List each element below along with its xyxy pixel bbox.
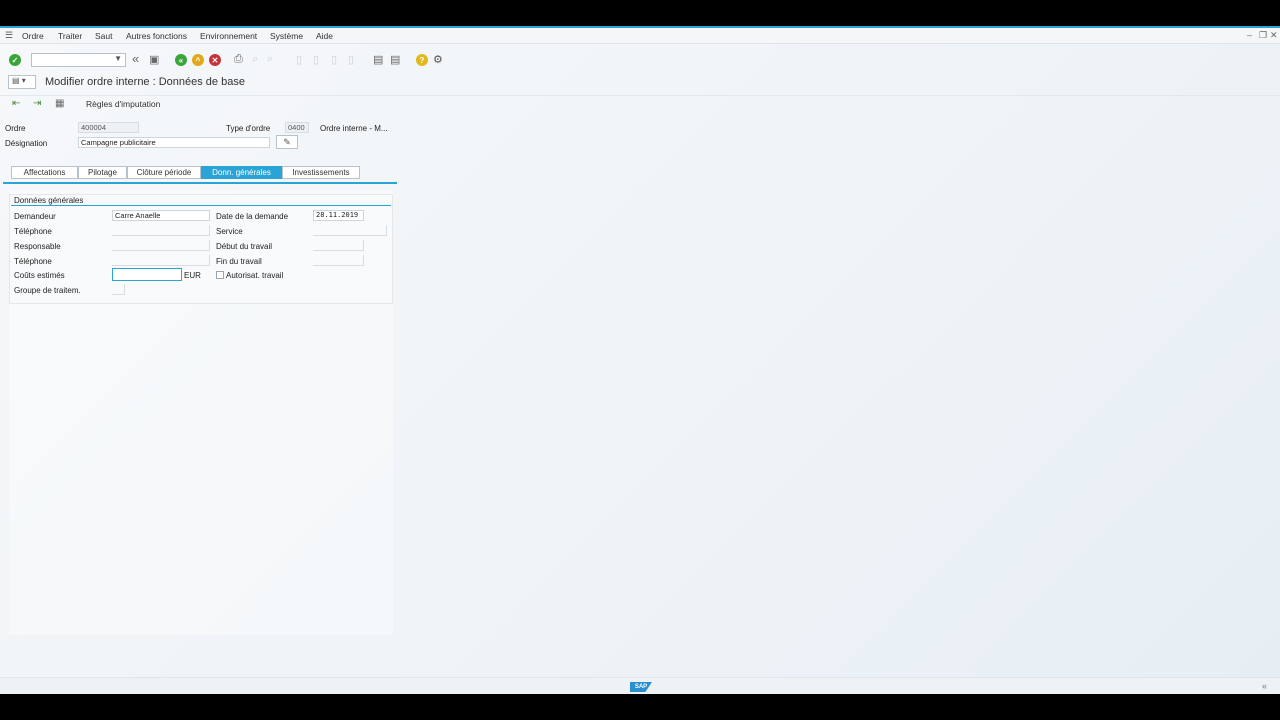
- demandeur-field[interactable]: Carre Anaelle: [112, 210, 210, 221]
- autorisat-travail-checkbox[interactable]: [216, 271, 224, 279]
- menu-ordre[interactable]: Ordre: [22, 31, 44, 41]
- exit-icon[interactable]: ^: [192, 54, 204, 66]
- print-icon[interactable]: ⎙: [234, 53, 243, 66]
- menu-aide[interactable]: Aide: [316, 31, 333, 41]
- help-icon[interactable]: ?: [416, 54, 428, 66]
- service-label: Service: [216, 227, 243, 236]
- group-title-underline: [11, 205, 391, 206]
- create-session-icon[interactable]: ▤: [373, 53, 383, 66]
- page-title: Modifier ordre interne : Données de base: [45, 76, 245, 88]
- telephone-field[interactable]: [112, 225, 210, 236]
- command-field[interactable]: ▼: [31, 53, 126, 67]
- menu-environnement[interactable]: Environnement: [200, 31, 257, 41]
- next-object-icon[interactable]: ⇥: [33, 98, 41, 109]
- type-ordre-label: Type d'ordre: [226, 124, 271, 133]
- demandeur-label: Demandeur: [14, 212, 56, 221]
- minimize-icon[interactable]: –: [1247, 30, 1252, 40]
- save-icon[interactable]: ▣: [149, 53, 159, 66]
- couts-estimes-label: Coûts estimés: [14, 271, 65, 280]
- date-demande-label: Date de la demande: [216, 212, 289, 221]
- date-demande-field[interactable]: 28.11.2019: [313, 210, 364, 221]
- fin-travail-field[interactable]: [313, 255, 364, 266]
- menu-traiter[interactable]: Traiter: [58, 31, 82, 41]
- customize-icon[interactable]: ⚙: [433, 53, 443, 66]
- responsable-field[interactable]: [112, 240, 210, 251]
- chevron-down-icon[interactable]: ▼: [114, 54, 122, 63]
- group-title: Données générales: [14, 196, 84, 205]
- groupe-traitement-label: Groupe de traitem.: [14, 286, 81, 295]
- long-text-button[interactable]: ✎: [276, 135, 298, 149]
- service-field[interactable]: [313, 225, 387, 236]
- ordre-label: Ordre: [5, 124, 26, 133]
- menu-systeme[interactable]: Système: [270, 31, 303, 41]
- enter-icon[interactable]: ✓: [9, 54, 21, 66]
- groupe-traitement-field[interactable]: [112, 284, 125, 295]
- tab-cloture-periode[interactable]: Clôture période: [127, 166, 201, 179]
- debut-travail-field[interactable]: [313, 240, 364, 251]
- restore-icon[interactable]: ❐: [1259, 30, 1267, 41]
- find-next-icon[interactable]: ⌕: [267, 53, 273, 66]
- debut-travail-label: Début du travail: [216, 242, 273, 251]
- tab-affectations[interactable]: Affectations: [11, 166, 78, 179]
- system-toolbar: ✓ « ▣ « ^ ✕ ⎙ ⌕ ⌕ ▯ ▯ ▯ ▯ ▤ ▤ ? ⚙: [0, 50, 1280, 72]
- autorisat-travail-label: Autorisat. travail: [226, 271, 284, 280]
- title-menu-button[interactable]: ▤ ▾: [8, 75, 36, 89]
- cancel-icon[interactable]: ✕: [209, 54, 221, 66]
- tab-underline: [3, 182, 397, 184]
- tab-investissements[interactable]: Investissements: [282, 166, 360, 179]
- close-window-icon[interactable]: ✕: [1270, 30, 1278, 41]
- telephone-label: Téléphone: [14, 227, 52, 236]
- last-page-icon[interactable]: ▯: [348, 53, 354, 66]
- responsable-label: Responsable: [14, 242, 61, 251]
- menu-icon[interactable]: ☰: [5, 30, 13, 41]
- status-resize-icon[interactable]: «: [1262, 681, 1267, 691]
- calculator-icon[interactable]: ▦: [55, 98, 64, 109]
- type-ordre-field: 0400: [285, 122, 309, 133]
- first-page-icon[interactable]: ▯: [296, 53, 302, 66]
- tab-pilotage[interactable]: Pilotage: [78, 166, 127, 179]
- prev-object-icon[interactable]: ⇤: [12, 98, 20, 109]
- type-ordre-desc: Ordre interne - M...: [320, 124, 388, 133]
- tab-donn-generales[interactable]: Donn. générales: [201, 166, 282, 179]
- ordre-field: 400004: [78, 122, 139, 133]
- fin-travail-label: Fin du travail: [216, 257, 262, 266]
- next-page-icon[interactable]: ▯: [331, 53, 337, 66]
- back-icon[interactable]: «: [175, 54, 187, 66]
- edit-text-icon: ✎: [283, 137, 291, 147]
- application-toolbar: [0, 95, 1280, 115]
- couts-estimes-field[interactable]: [112, 268, 182, 281]
- telephone-responsable-label: Téléphone: [14, 257, 52, 266]
- designation-label: Désignation: [5, 139, 48, 148]
- menu-saut[interactable]: Saut: [95, 31, 113, 41]
- regles-imputation-button[interactable]: Règles d'imputation: [86, 99, 160, 109]
- find-icon[interactable]: ⌕: [252, 53, 258, 66]
- menu-autres-fonctions[interactable]: Autres fonctions: [126, 31, 187, 41]
- menu-bar: ☰ Ordre Traiter Saut Autres fonctions En…: [0, 28, 1280, 44]
- prev-page-icon[interactable]: ▯: [313, 53, 319, 66]
- designation-field[interactable]: Campagne publicitaire: [78, 137, 270, 148]
- double-left-icon[interactable]: «: [132, 51, 139, 66]
- currency-label: EUR: [184, 271, 201, 280]
- shortcut-icon[interactable]: ▤: [390, 53, 400, 66]
- telephone-responsable-field[interactable]: [112, 255, 210, 266]
